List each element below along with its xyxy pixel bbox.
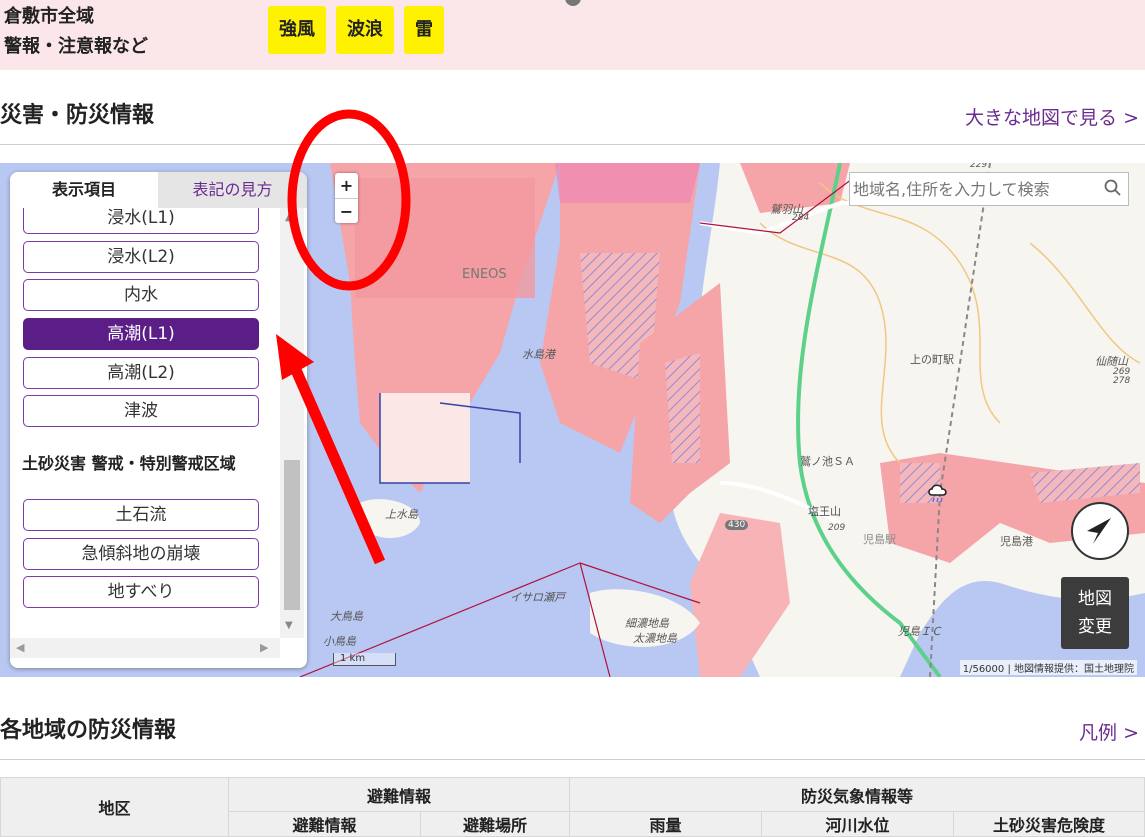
route-shield: 430 [725,520,749,530]
regions-section-title: 各地域の防災情報 [0,718,177,743]
col-group-evacuation: 避難情報 [228,777,570,812]
disaster-section-header: 災害・防災情報 大きな地図で見る > [0,101,1145,145]
map-label-ohshima: 大鳥島 [330,610,363,623]
rain-cloud-icon[interactable] [926,481,950,507]
layer-button-storm-surge-l2[interactable]: 高潮(L2) [23,357,259,389]
map-change-label-1: 地図 [1078,589,1112,609]
warning-subtitle: 警報・注意報など [4,36,148,57]
warning-region: 倉敷市全域 警報・注意報など [4,2,148,62]
search-icon[interactable] [1104,179,1122,197]
layer-button-flood-l1[interactable]: 浸水(L1) [23,208,259,234]
map-label-hosoda: 細濃地島 [625,617,669,630]
map-label-sa: 鷲ノ池ＳＡ [800,455,855,468]
warning-badge-wave[interactable]: 波浪 [336,6,394,54]
layer-button-tsunami[interactable]: 津波 [23,395,259,427]
layer-button-flood-l2[interactable]: 浸水(L2) [23,241,259,273]
map-label-elev2: 284 [792,213,810,223]
legend-link[interactable]: 凡例 > [1079,718,1139,748]
col-landslide-risk: 土砂災害危険度 [953,811,1145,837]
scroll-up-icon[interactable]: ▲ [285,212,293,223]
current-location-button[interactable] [1071,502,1129,560]
layer-list-vertical-scrollbar[interactable]: ▲ ▼ [280,208,304,638]
warning-badge-thunder[interactable]: 雷 [404,6,444,54]
map-label-mizushima: 水島港 [522,348,555,361]
scroll-marker-icon [565,0,581,6]
col-evac-info: 避難情報 [228,811,421,837]
warning-banner: 倉敷市全域 警報・注意報など 強風 波浪 雷 [0,0,1145,70]
scroll-left-icon[interactable]: ◀ [16,641,24,654]
layer-button-steep-slope[interactable]: 急傾斜地の崩壊 [23,538,259,570]
scroll-down-icon[interactable]: ▼ [285,620,293,631]
hazard-map[interactable]: ENEOS 水島港 上の町駅 仙随山 269 278 鷲羽山 284 229 鷲… [0,163,1145,677]
col-district: 地区 [0,777,229,837]
zoom-control: + − [335,173,358,223]
tab-display-items[interactable]: 表示項目 [10,172,158,208]
layer-button-inland-flood[interactable]: 内水 [23,279,259,311]
scroll-right-icon[interactable]: ▶ [260,641,268,654]
map-search-input[interactable] [850,173,1100,205]
map-attribution: 1/56000 | 地図情報提供：国土地理院 [959,660,1137,675]
scrollbar-thumb[interactable] [284,460,300,610]
map-search-box [849,172,1129,206]
map-label-eneos: ENEOS [462,267,507,282]
col-group-weather: 防災気象情報等 [569,777,1145,812]
map-label-elev5: 278 [1113,376,1131,386]
map-label-kojima: 児島駅 [863,533,896,546]
tab-legend-guide[interactable]: 表記の見方 [158,172,307,208]
map-label-elev1: 229 [970,163,988,170]
zoom-in-button[interactable]: + [335,173,358,198]
layer-category-landslide: 土砂災害 警戒・特別警戒区域 [22,454,236,473]
scale-bar: 1 km [333,653,396,666]
layer-list-horizontal-scrollbar[interactable]: ◀ ▶ [10,638,280,658]
regions-table: 地区 避難情報 防災気象情報等 避難情報 避難場所 雨量 河川水位 土砂災害危険… [0,777,1145,837]
zoom-out-button[interactable]: − [335,198,358,223]
layer-button-debris-flow[interactable]: 土石流 [23,499,259,531]
layer-panel: 表示項目 表記の見方 浸水(L1) 浸水(L2) 内水 高潮(L1) 高潮(L2… [10,172,307,668]
map-label-kaminocho: 上の町駅 [910,353,954,366]
col-evac-shelter: 避難場所 [420,811,570,837]
map-change-button[interactable]: 地図 変更 [1061,577,1129,649]
warning-badges: 強風 波浪 雷 [268,6,444,54]
map-change-label-2: 変更 [1078,617,1112,637]
large-map-link[interactable]: 大きな地図で見る > [965,103,1139,133]
map-label-komatsu: 小鳥島 [323,635,356,648]
navigation-arrow-icon [1087,518,1111,544]
warning-region-name: 倉敷市全域 [4,6,94,27]
table-header-row-1: 地区 避難情報 防災気象情報等 [0,777,1145,837]
warning-badge-wind[interactable]: 強風 [268,6,326,54]
layer-panel-tabs: 表示項目 表記の見方 [10,172,307,208]
regions-section-header: 各地域の防災情報 凡例 > [0,716,1145,760]
map-label-isaro: イサロ瀬戸 [510,591,565,604]
disaster-section-title: 災害・防災情報 [0,103,155,128]
map-label-otake: 太濃地島 [633,632,677,645]
col-river-level: 河川水位 [761,811,954,837]
map-label-elev3: 209 [828,523,846,533]
col-rainfall: 雨量 [569,811,762,837]
map-label-shiosa: 塩王山 [808,505,841,518]
layer-button-landslide[interactable]: 地すべり [23,576,259,608]
layer-list: 浸水(L1) 浸水(L2) 内水 高潮(L1) 高潮(L2) 津波 土砂災害 警… [10,208,280,638]
map-label-kojimako: 児島港 [1000,535,1033,548]
map-label-kamishima: 上水島 [385,508,418,521]
map-label-kojima-ic: 児島ＩＣ [898,625,942,638]
layer-button-storm-surge-l1[interactable]: 高潮(L1) [23,318,259,350]
